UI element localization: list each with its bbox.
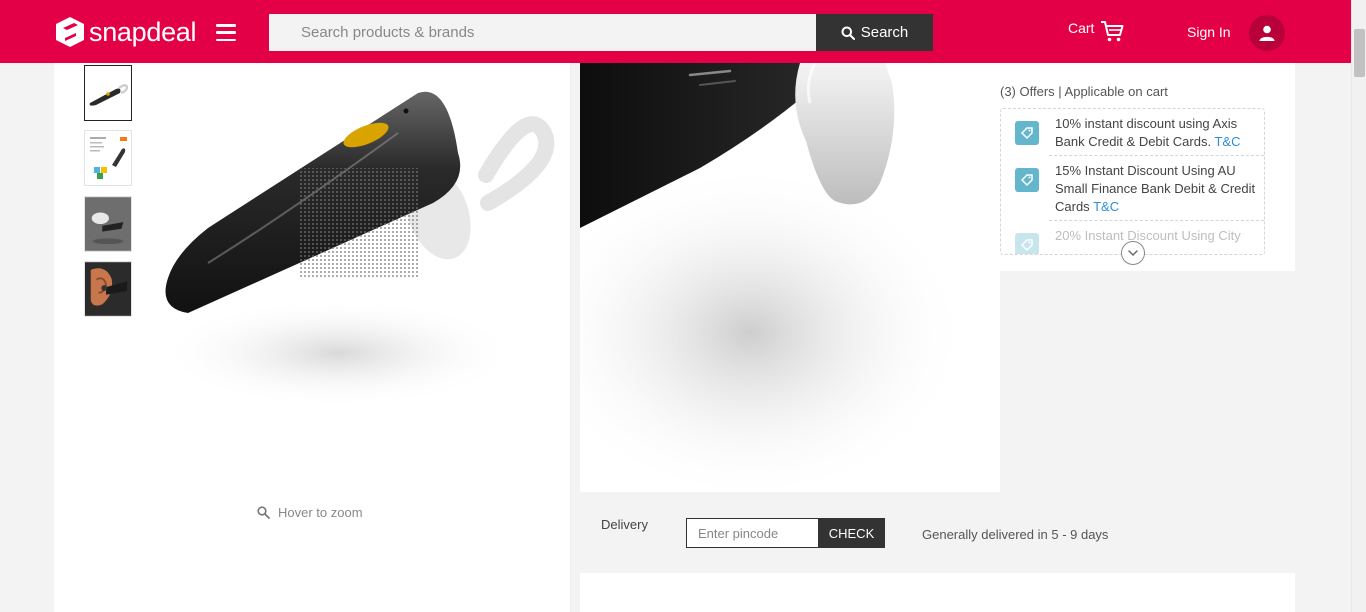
user-icon bbox=[1259, 25, 1275, 41]
offer-text: 20% Instant Discount Using City bbox=[1049, 227, 1264, 245]
offers-list: 10% instant discount using Axis Bank Cre… bbox=[1000, 108, 1265, 255]
delivery-label: Delivery bbox=[601, 517, 648, 532]
search-input[interactable] bbox=[269, 14, 816, 51]
zoomed-image-graphic bbox=[580, 63, 970, 492]
hover-zoom-hint: Hover to zoom bbox=[257, 505, 363, 520]
offers-title: (3) Offers | Applicable on cart bbox=[1000, 84, 1168, 99]
snapdeal-logo-icon bbox=[56, 17, 84, 47]
offer-tag-icon bbox=[1015, 233, 1039, 254]
expand-offers-button[interactable] bbox=[1121, 241, 1145, 265]
delivery-section: Delivery CHECK Generally delivered in 5 … bbox=[580, 492, 1295, 573]
headset-black-thumbnail bbox=[89, 84, 129, 106]
main-product-image bbox=[158, 91, 555, 408]
headset-infographic-thumbnail bbox=[90, 137, 127, 179]
scrollbar-thumb[interactable] bbox=[1354, 29, 1365, 77]
thumbnail-headset-silver[interactable] bbox=[84, 196, 132, 252]
delivery-estimate: Generally delivered in 5 - 9 days bbox=[922, 527, 1109, 542]
check-pincode-button[interactable]: CHECK bbox=[818, 518, 885, 548]
user-avatar[interactable] bbox=[1249, 15, 1285, 51]
cart-label: Cart bbox=[1068, 20, 1095, 36]
thumbnail-headset-infographic[interactable] bbox=[84, 130, 132, 186]
offer-divider bbox=[1049, 155, 1264, 156]
zoomed-product-image bbox=[580, 63, 1000, 492]
cart-link[interactable]: Cart bbox=[1068, 18, 1125, 44]
zoom-icon bbox=[257, 506, 270, 519]
offer-tag-icon bbox=[1015, 121, 1039, 145]
offers-panel-background bbox=[1000, 271, 1295, 492]
offer-text: 10% instant discount using Axis Bank Cre… bbox=[1049, 115, 1264, 151]
search-button-label: Search bbox=[860, 24, 909, 41]
thumbnail-headset-in-ear[interactable] bbox=[84, 261, 132, 317]
thumbnail-headset-black[interactable] bbox=[84, 65, 132, 121]
offer-tag-icon bbox=[1015, 168, 1039, 192]
search-icon bbox=[841, 26, 855, 40]
offers-panel: (3) Offers | Applicable on cart 10% inst… bbox=[1000, 63, 1295, 271]
offer-text: 15% Instant Discount Using AU Small Fina… bbox=[1049, 162, 1264, 216]
cart-icon bbox=[1101, 21, 1124, 42]
snapdeal-logo[interactable]: snapdeal bbox=[54, 16, 197, 48]
headset-silver-thumbnail bbox=[85, 197, 131, 251]
chevron-down-icon bbox=[1128, 250, 1138, 256]
offer-description: 20% Instant Discount Using City bbox=[1055, 228, 1241, 243]
logo-text: snapdeal bbox=[89, 17, 197, 47]
content-below bbox=[580, 573, 1295, 612]
menu-icon[interactable] bbox=[216, 24, 236, 41]
headset-in-ear-thumbnail bbox=[85, 262, 131, 316]
hover-zoom-text: Hover to zoom bbox=[278, 505, 363, 520]
offer-description: 10% instant discount using Axis Bank Cre… bbox=[1055, 116, 1238, 149]
offer-terms-link[interactable]: T&C bbox=[1214, 134, 1240, 149]
site-header: snapdeal Search Cart Sign In bbox=[0, 0, 1351, 63]
page-scrollbar[interactable] bbox=[1351, 0, 1366, 612]
pincode-input[interactable] bbox=[686, 518, 819, 548]
offer-description: 15% Instant Discount Using AU Small Fina… bbox=[1055, 163, 1256, 214]
offer-terms-link[interactable]: T&C bbox=[1093, 199, 1119, 214]
offer-divider bbox=[1049, 220, 1264, 221]
product-gallery: Hover to zoom bbox=[54, 63, 571, 612]
search-button[interactable]: Search bbox=[816, 14, 933, 51]
signin-link[interactable]: Sign In bbox=[1187, 24, 1231, 40]
